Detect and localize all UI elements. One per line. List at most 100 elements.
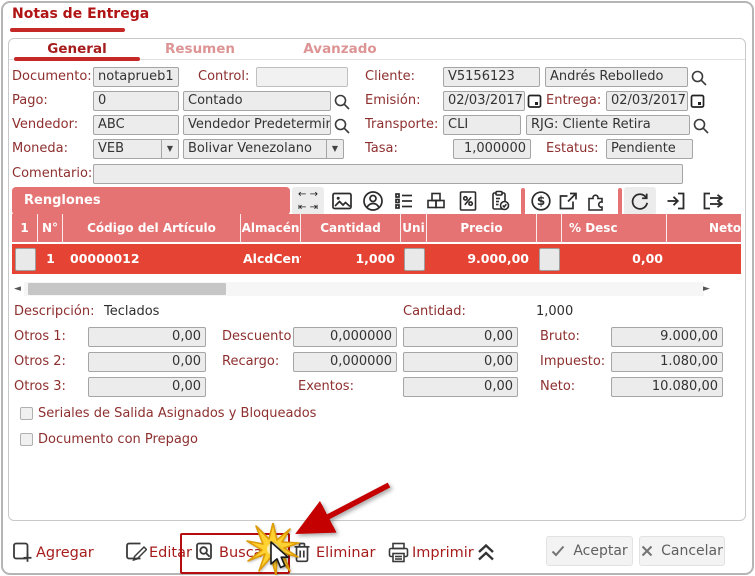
printer-icon[interactable] — [387, 542, 410, 563]
descuento-pct-field[interactable]: 0,000000 — [293, 327, 397, 347]
comentario-field[interactable] — [93, 164, 683, 184]
col-header-precio: Precio — [427, 214, 537, 242]
moneda-code-select[interactable]: VEB ▼ — [93, 139, 179, 159]
notas-de-entrega-window: Notas de Entrega General Resumen Avanzad… — [0, 0, 755, 576]
vendedor-code-field[interactable]: ABC — [93, 115, 179, 135]
add-icon[interactable] — [12, 542, 34, 564]
entrega-field[interactable]: 02/03/2017 — [606, 91, 688, 111]
col-header-numero: N° — [38, 214, 63, 242]
scroll-left-icon[interactable]: ◄ — [14, 281, 21, 297]
collapse-chevrons-icon[interactable] — [476, 543, 496, 562]
otros1-label: Otros 1: — [14, 329, 66, 344]
packages-icon[interactable] — [424, 189, 448, 213]
customer-icon[interactable] — [361, 189, 385, 213]
estatus-label: Estatus: — [546, 141, 599, 156]
list-icon[interactable] — [392, 189, 416, 213]
aceptar-button[interactable]: Aceptar — [546, 536, 633, 566]
toolbar-separator — [618, 188, 622, 215]
image-icon[interactable] — [330, 189, 354, 213]
entrega-calendar-icon[interactable] — [690, 93, 705, 109]
emision-field[interactable]: 02/03/2017 — [443, 91, 525, 111]
control-field[interactable] — [256, 67, 348, 87]
descripcion-value: Teclados — [104, 304, 160, 319]
vendedor-search-icon[interactable] — [333, 117, 351, 135]
vendedor-label: Vendedor: — [12, 117, 79, 132]
cell-cantidad: 1,000 — [355, 251, 395, 266]
puzzle-icon[interactable] — [584, 189, 610, 213]
moneda-name-select[interactable]: Bolivar Venezolano ▼ — [183, 139, 344, 159]
otros3-label: Otros 3: — [14, 379, 66, 394]
transporte-name-field[interactable]: RJG: Cliente Retira — [526, 115, 690, 135]
documento-label: Documento: — [12, 69, 92, 84]
chevron-down-icon: ▼ — [326, 140, 343, 158]
col-header-cantidad: Cantidad — [301, 214, 401, 242]
tab-resumen[interactable]: Resumen — [150, 41, 250, 58]
bruto-field: 9.000,00 — [611, 327, 723, 347]
otros1-field[interactable]: 0,00 — [88, 327, 206, 347]
moneda-code-value: VEB — [98, 141, 125, 156]
emision-calendar-icon[interactable] — [527, 93, 542, 109]
refresh-icon[interactable] — [624, 187, 656, 215]
seriales-checkbox[interactable] — [20, 407, 33, 420]
pago-search-icon[interactable] — [333, 93, 351, 111]
exentos-label: Exentos: — [298, 379, 354, 394]
cliente-name-field[interactable]: Andrés Rebolledo — [545, 67, 688, 87]
page-title: Notas de Entrega — [12, 6, 150, 22]
transporte-code-field[interactable]: CLI — [443, 115, 521, 135]
scroll-right-icon[interactable]: ► — [703, 281, 710, 297]
x-icon — [641, 545, 653, 557]
col-header-neto: Neto — [709, 221, 741, 235]
currency-icon[interactable]: $ — [529, 189, 553, 213]
bruto-label: Bruto: — [540, 329, 580, 344]
transporte-search-icon[interactable] — [692, 117, 710, 135]
tab-avanzado[interactable]: Avanzado — [290, 41, 390, 58]
desc-flag-checkbox[interactable] — [539, 247, 560, 271]
descripcion-label: Descripción: — [14, 304, 95, 319]
documento-field[interactable]: notaprueb1 — [93, 67, 179, 87]
table-hscrollbar[interactable]: ◄ ► — [14, 281, 714, 297]
otros2-field[interactable]: 0,00 — [88, 352, 206, 372]
uni-checkbox[interactable] — [403, 247, 425, 271]
scrollbar-thumb[interactable] — [28, 283, 226, 295]
tasa-field[interactable]: 1,000000 — [453, 139, 531, 159]
active-tab-underline — [14, 57, 140, 61]
neto-field: 10.080,00 — [611, 377, 723, 397]
exentos-field[interactable]: 0,00 — [403, 377, 518, 397]
recargo-field[interactable]: 0,00 — [403, 352, 518, 372]
cancelar-button[interactable]: Cancelar — [639, 536, 725, 566]
pago-label: Pago: — [12, 93, 48, 108]
col-header-codigo: Código del Artículo — [63, 214, 241, 242]
external-link-icon[interactable] — [556, 189, 580, 213]
toolbar-separator — [521, 188, 525, 215]
transporte-label: Transporte: — [365, 117, 439, 132]
title-underline — [10, 28, 125, 32]
otros3-field[interactable]: 0,00 — [88, 377, 206, 397]
cliente-code-field[interactable]: V5156123 — [443, 67, 540, 87]
export-rows-icon[interactable] — [700, 189, 727, 213]
pago-code-field[interactable]: 0 — [93, 91, 179, 111]
table-row[interactable]: 1 00000012 AlcdCentro 1,000 9.000,00 0,0… — [12, 244, 741, 274]
cliente-search-icon[interactable] — [690, 69, 708, 87]
agregar-button[interactable]: Agregar — [36, 543, 94, 563]
tasa-label: Tasa: — [365, 141, 398, 156]
edit-icon[interactable] — [125, 542, 147, 564]
tab-general[interactable]: General — [14, 41, 140, 58]
pago-name-field[interactable]: Contado — [183, 91, 331, 111]
fit-columns-icon[interactable]: ← → ⇤ ⇥ — [292, 187, 324, 215]
prepago-checkbox[interactable] — [20, 433, 33, 446]
col-header-uni: Uni — [401, 214, 427, 242]
recargo-pct-field[interactable]: 0,000000 — [293, 352, 397, 372]
imprimir-button[interactable]: Imprimir — [412, 543, 474, 563]
eliminar-button[interactable]: Eliminar — [316, 543, 375, 563]
vendedor-name-field[interactable]: Vendedor Predetermina — [183, 115, 331, 135]
descuento-field[interactable]: 0,00 — [403, 327, 518, 347]
estatus-field: Pendiente — [606, 139, 693, 159]
import-rows-icon[interactable] — [664, 189, 688, 213]
row-select-checkbox[interactable] — [14, 247, 36, 271]
emision-label: Emisión: — [365, 93, 421, 108]
col-header-desc: % Desc — [562, 214, 667, 242]
cell-almacen: AlcdCentro — [243, 251, 301, 266]
renglones-table-header: 1 N° Código del Artículo Almacén Cantida… — [12, 214, 741, 244]
clipboard-check-icon[interactable] — [488, 189, 512, 213]
percent-doc-icon[interactable] — [456, 189, 480, 213]
